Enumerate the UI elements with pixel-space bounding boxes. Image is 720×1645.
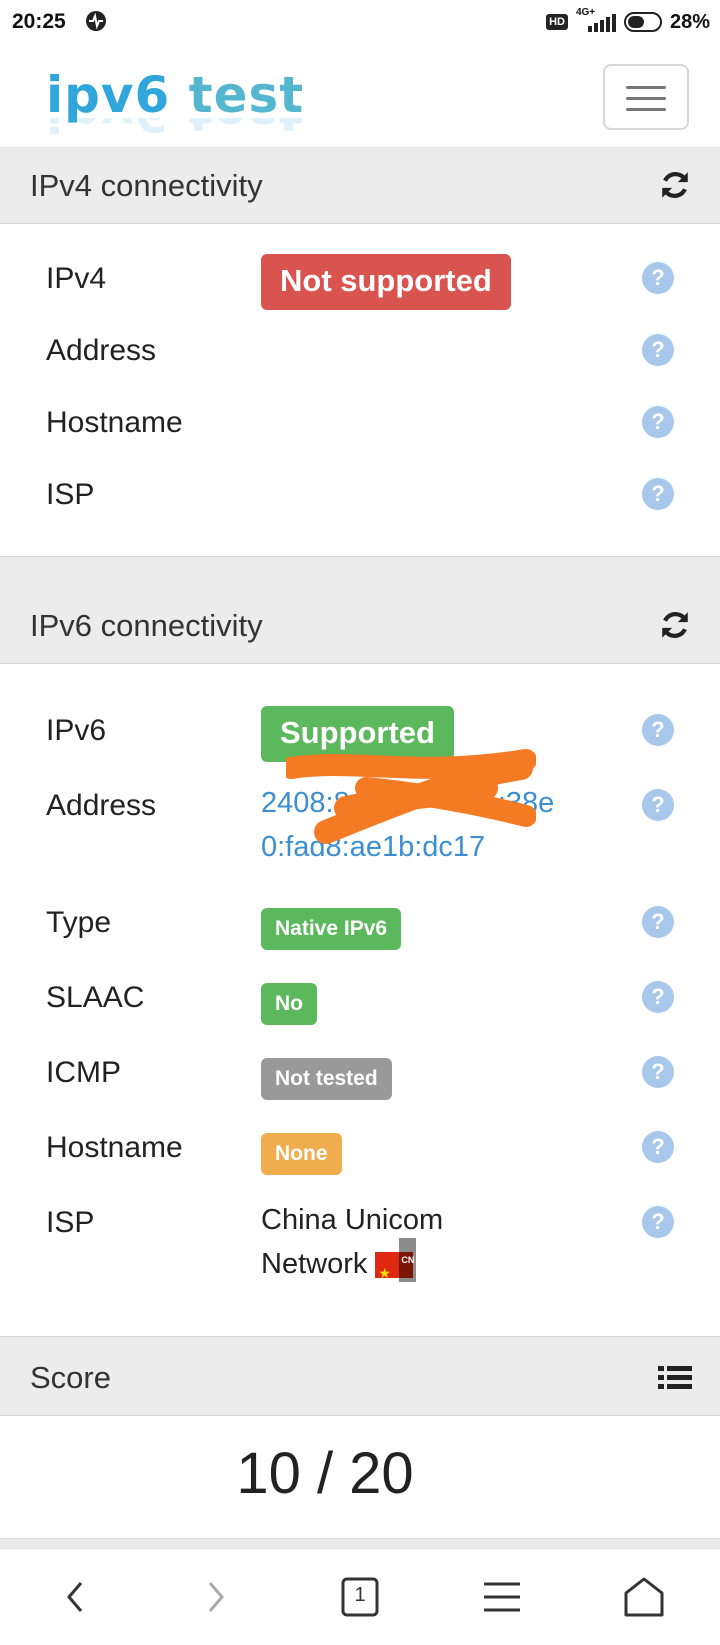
help-icon[interactable]: ? <box>642 981 674 1013</box>
help-icon[interactable]: ? <box>642 262 674 294</box>
hostname-badge: None <box>261 1133 342 1175</box>
menu-toggle-button[interactable] <box>603 64 689 130</box>
icmp-badge: Not tested <box>261 1058 392 1100</box>
status-indicators: HD 4G+ 28% <box>546 7 710 34</box>
battery-icon <box>623 12 662 32</box>
site-logo[interactable]: ipv6 test <box>46 66 304 124</box>
browser-bottom-bar: 1 <box>0 1548 720 1645</box>
logo-text-ipv6: ipv6 <box>46 66 171 124</box>
score-value: 10 / 20 <box>236 1441 414 1506</box>
tab-count: 1 <box>354 1584 366 1606</box>
help-icon[interactable]: ? <box>642 334 674 366</box>
refresh-icon[interactable] <box>658 608 692 642</box>
help-icon[interactable]: ? <box>642 478 674 510</box>
top-navbar: ipv6 test ipv6 test <box>0 48 720 148</box>
ipv6-panel-title: IPv6 connectivity <box>30 608 263 643</box>
tabs-button[interactable]: 1 <box>334 1571 386 1623</box>
ipv4-hostname-label: Hostname <box>46 406 183 439</box>
slaac-badge: No <box>261 983 317 1025</box>
score-panel-title: Score <box>30 1360 111 1395</box>
hd-badge: HD <box>546 14 568 30</box>
ipv4-panel-heading: IPv4 connectivity <box>0 148 720 224</box>
ipv6-isp-label: ISP <box>46 1206 95 1239</box>
help-icon[interactable]: ? <box>642 789 674 821</box>
help-icon[interactable]: ? <box>642 906 674 938</box>
ipv6-panel: IPv6 connectivity IPv6 Supported ? Addre… <box>0 588 720 1337</box>
isp-line2: Network <box>261 1248 368 1280</box>
signal-icon: 4G+ <box>576 7 616 34</box>
help-icon[interactable]: ? <box>642 406 674 438</box>
icmp-label: ICMP <box>46 1056 121 1089</box>
back-icon[interactable] <box>49 1571 101 1623</box>
ipv6-label: IPv6 <box>46 714 107 747</box>
list-icon[interactable] <box>658 1364 692 1392</box>
ipv4-address-label: Address <box>46 334 157 367</box>
ipv4-isp-label: ISP <box>46 478 95 511</box>
ipv4-status-badge: Not supported <box>261 254 511 310</box>
ipv4-label: IPv4 <box>46 262 107 295</box>
ipv6-panel-heading: IPv6 connectivity <box>0 588 720 664</box>
help-icon[interactable]: ? <box>642 1056 674 1088</box>
logo-reflection: ipv6 test <box>46 118 304 142</box>
ipv4-panel: IPv4 connectivity IPv4 Not supported ? A… <box>0 148 720 557</box>
ipv6-type-badge: Native IPv6 <box>261 908 402 950</box>
battery-percent: 28% <box>669 10 710 33</box>
activity-icon <box>86 11 106 31</box>
help-icon[interactable]: ? <box>642 1131 674 1163</box>
status-bar: 20:25 HD 4G+ 28% <box>0 0 720 48</box>
isp-line1: China Unicom <box>261 1204 444 1236</box>
ipv6-hostname-label: Hostname <box>46 1131 183 1164</box>
score-panel-heading: Score <box>0 1340 720 1416</box>
redaction-scribble <box>286 749 536 844</box>
slaac-label: SLAAC <box>46 981 145 1014</box>
ipv6-type-label: Type <box>46 906 112 939</box>
forward-icon[interactable] <box>190 1571 242 1623</box>
home-icon[interactable] <box>618 1571 670 1623</box>
china-flag-icon: CN <box>375 1238 417 1295</box>
help-icon[interactable]: ? <box>642 714 674 746</box>
flag-country-code: CN <box>399 1238 417 1283</box>
ipv6-address-label: Address <box>46 789 157 822</box>
ipv4-panel-title: IPv4 connectivity <box>30 168 263 203</box>
logo-text-test: test <box>188 66 305 124</box>
status-time: 20:25 <box>12 10 66 33</box>
refresh-icon[interactable] <box>658 168 692 202</box>
help-icon[interactable]: ? <box>642 1206 674 1238</box>
menu-icon[interactable] <box>476 1571 528 1623</box>
score-panel: Score 10 / 20 <box>0 1340 720 1539</box>
isp-value: China Unicom Network CN <box>261 1198 444 1295</box>
